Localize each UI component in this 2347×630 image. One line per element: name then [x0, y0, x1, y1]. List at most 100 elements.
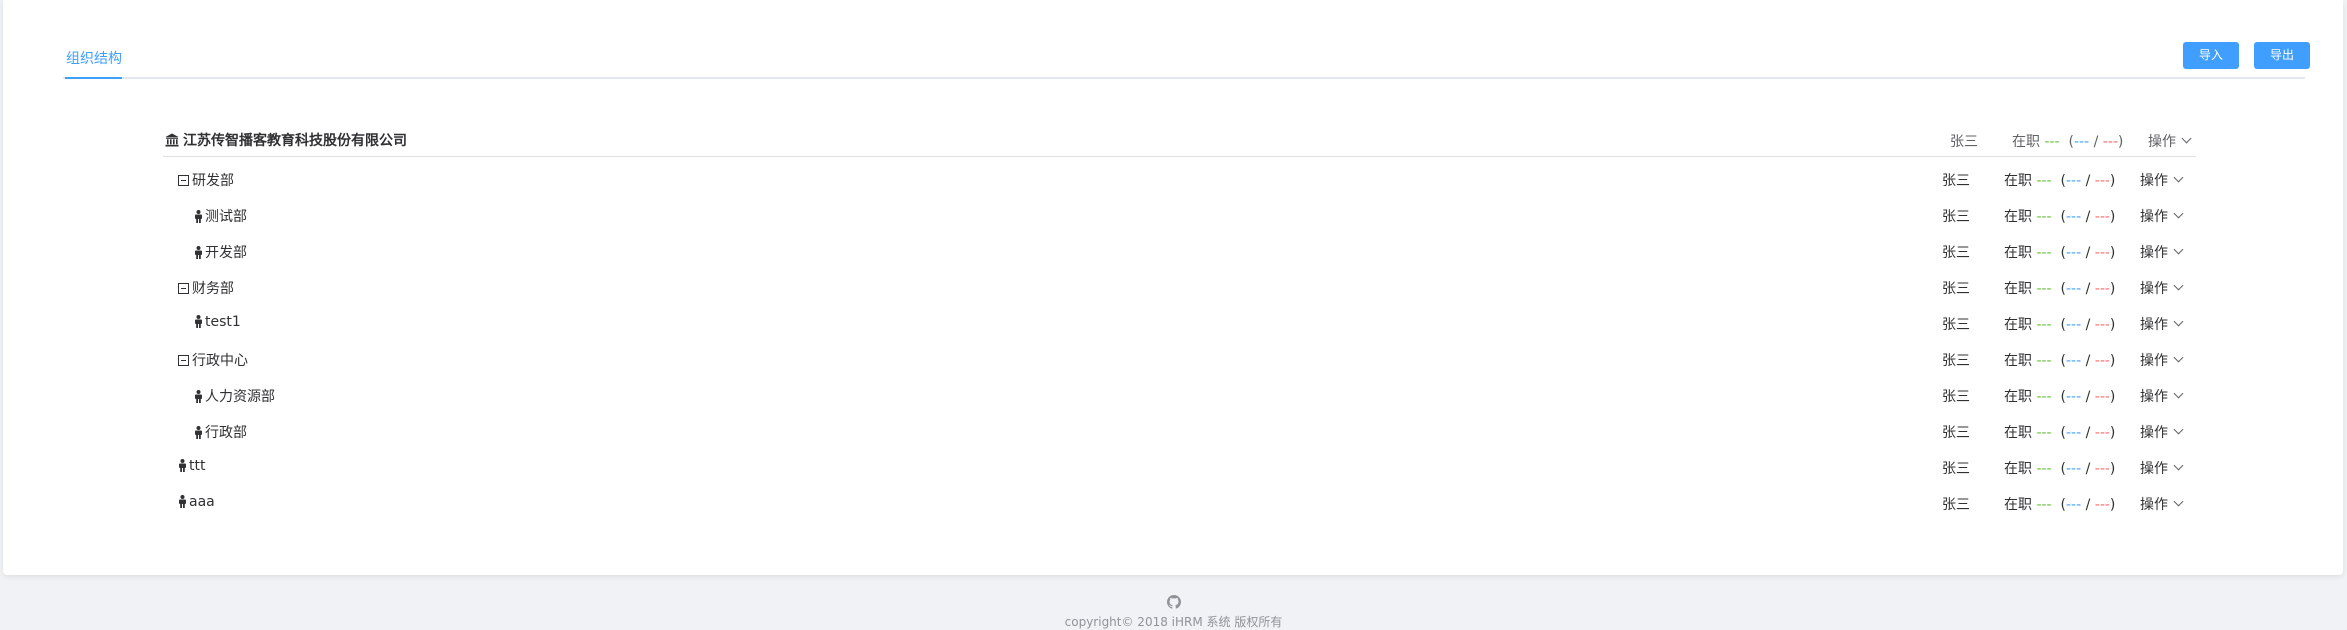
import-button[interactable]: 导入: [2183, 42, 2239, 69]
status-count-a: ---: [2065, 389, 2082, 405]
chevron-down-icon: [2173, 424, 2184, 435]
chevron-down-icon: [2173, 316, 2184, 327]
department-name: aaa: [189, 494, 215, 510]
department-name: test1: [205, 314, 241, 330]
status-count: ---: [2036, 497, 2052, 513]
department-row: 研发部 张三 在职 --- (--- / ---) 操作: [163, 161, 2196, 197]
status-count-b: ---: [2094, 245, 2110, 261]
department-name-cell: 研发部: [178, 170, 234, 190]
department-status: 在职 --- (--- / ---): [2004, 173, 2116, 189]
status-count: ---: [2036, 425, 2052, 441]
status-label: 在职: [2004, 353, 2032, 369]
department-operate-dropdown[interactable]: 操作: [2140, 458, 2184, 478]
department-row: 开发部 张三 在职 --- (--- / ---) 操作: [163, 233, 2196, 269]
operate-label: 操作: [2140, 389, 2168, 405]
department-row: 人力资源部 张三 在职 --- (--- / ---) 操作: [163, 377, 2196, 413]
chevron-down-icon: [2181, 133, 2192, 144]
person-icon: [195, 390, 202, 403]
department-operate-dropdown[interactable]: 操作: [2140, 422, 2184, 442]
department-name-cell: test1: [194, 314, 241, 330]
person-icon: [195, 246, 202, 259]
status-count-a: ---: [2065, 173, 2082, 189]
department-row: ttt 张三 在职 --- (--- / ---) 操作: [163, 449, 2196, 485]
status-count-a: ---: [2065, 353, 2082, 369]
status-count-b: ---: [2094, 389, 2110, 405]
chevron-down-icon: [2173, 244, 2184, 255]
status-count-b: ---: [2094, 497, 2110, 513]
status-count-b: ---: [2094, 461, 2110, 477]
company-row: 江苏传智播客教育科技股份有限公司 张三 在职 --- (--- / ---) 操…: [163, 124, 2196, 157]
department-name-cell: 测试部: [194, 206, 247, 226]
status-count: ---: [2036, 317, 2052, 333]
department-operate-dropdown[interactable]: 操作: [2140, 242, 2184, 262]
status-label: 在职: [2004, 425, 2032, 441]
status-count-b: ---: [2094, 425, 2110, 441]
collapse-icon[interactable]: [178, 283, 189, 294]
status-label: 在职: [2004, 209, 2032, 225]
operate-label: 操作: [2140, 245, 2168, 261]
department-manager: 张三: [1942, 497, 1970, 513]
department-operate-dropdown[interactable]: 操作: [2140, 170, 2184, 190]
chevron-down-icon: [2173, 172, 2184, 183]
status-count: ---: [2044, 134, 2060, 150]
department-row: 行政中心 张三 在职 --- (--- / ---) 操作: [163, 341, 2196, 377]
department-name: 测试部: [205, 209, 247, 225]
company-name: 江苏传智播客教育科技股份有限公司: [183, 133, 407, 149]
operate-label: 操作: [2140, 497, 2168, 513]
collapse-icon[interactable]: [178, 175, 189, 186]
active-tab-indicator: [65, 77, 122, 79]
department-manager: 张三: [1942, 425, 1970, 441]
status-count-b: ---: [2094, 317, 2110, 333]
department-row: test1 张三 在职 --- (--- / ---) 操作: [163, 305, 2196, 341]
status-label: 在职: [2012, 134, 2040, 150]
department-operate-dropdown[interactable]: 操作: [2140, 386, 2184, 406]
chevron-down-icon: [2173, 496, 2184, 507]
company-manager: 张三: [1950, 134, 1978, 150]
github-icon[interactable]: [1166, 595, 1181, 609]
status-label: 在职: [2004, 389, 2032, 405]
status-label: 在职: [2004, 281, 2032, 297]
department-operate-dropdown[interactable]: 操作: [2140, 314, 2184, 334]
tabs-bar: 组织结构: [63, 34, 2305, 79]
department-manager: 张三: [1942, 245, 1970, 261]
status-count-a: ---: [2065, 281, 2082, 297]
status-label: 在职: [2004, 317, 2032, 333]
department-operate-dropdown[interactable]: 操作: [2140, 278, 2184, 298]
copyright-text: copyright© 2018 iHRM 系统 版权所有: [1064, 615, 1283, 629]
department-manager: 张三: [1942, 389, 1970, 405]
department-name: 财务部: [192, 281, 234, 297]
status-count-b: ---: [2094, 281, 2110, 297]
operate-label: 操作: [2140, 461, 2168, 477]
department-operate-dropdown[interactable]: 操作: [2140, 206, 2184, 226]
operate-label: 操作: [2140, 353, 2168, 369]
department-status: 在职 --- (--- / ---): [2004, 317, 2116, 333]
operate-label: 操作: [2140, 317, 2168, 333]
status-count-a: ---: [2065, 461, 2082, 477]
department-name: 研发部: [192, 173, 234, 189]
department-name-cell: aaa: [178, 494, 215, 510]
status-count-b: ---: [2094, 209, 2110, 225]
department-operate-dropdown[interactable]: 操作: [2140, 494, 2184, 514]
status-count-a: ---: [2065, 425, 2082, 441]
collapse-icon[interactable]: [178, 355, 189, 366]
footer: copyright© 2018 iHRM 系统 版权所有: [0, 595, 2347, 629]
status-label: 在职: [2004, 497, 2032, 513]
department-name: 行政中心: [192, 353, 248, 369]
department-name-cell: 财务部: [178, 278, 234, 298]
status-count-b: ---: [2094, 173, 2110, 189]
bank-icon: [165, 133, 179, 147]
department-name: 开发部: [205, 245, 247, 261]
company-operate-dropdown[interactable]: 操作: [2148, 131, 2192, 151]
company-name-cell: 江苏传智播客教育科技股份有限公司: [165, 130, 407, 150]
department-operate-dropdown[interactable]: 操作: [2140, 350, 2184, 370]
department-status: 在职 --- (--- / ---): [2004, 353, 2116, 369]
department-manager: 张三: [1942, 281, 1970, 297]
status-label: 在职: [2004, 245, 2032, 261]
export-button[interactable]: 导出: [2254, 42, 2310, 69]
department-manager: 张三: [1942, 353, 1970, 369]
department-manager: 张三: [1942, 461, 1970, 477]
department-status: 在职 --- (--- / ---): [2004, 497, 2116, 513]
status-label: 在职: [2004, 173, 2032, 189]
tab-org-structure[interactable]: 组织结构: [66, 48, 122, 68]
status-count: ---: [2036, 461, 2052, 477]
